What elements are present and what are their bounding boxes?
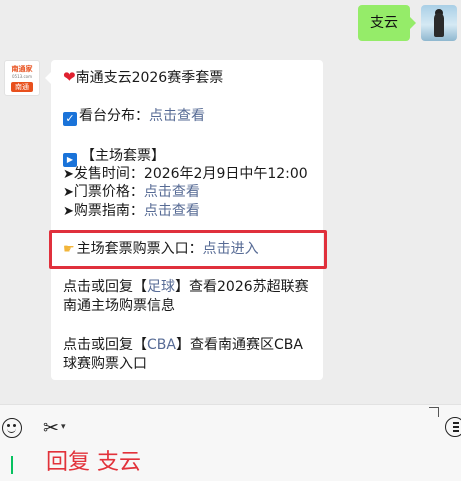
logo-text-top: 南通家 <box>11 65 33 73</box>
stand-line: ✓ 看台分布：点击查看 <box>63 106 205 126</box>
football-line-2-text: 南通主场购票信息 <box>63 298 175 314</box>
message-title-line: ❤南通支云2026赛季套票 <box>63 67 223 87</box>
sale-time-line: ➤发售时间：2026年2月9日中午12:00 <box>63 164 308 184</box>
sale-time-value: 2026年2月9日中午12:00 <box>143 166 308 182</box>
logo-text-bottom: 南通 <box>11 82 33 92</box>
cba-keyword-link[interactable]: CBA <box>147 337 176 353</box>
expand-icon[interactable] <box>429 407 439 417</box>
price-label: 门票价格： <box>73 184 144 200</box>
price-link[interactable]: 点击查看 <box>144 184 200 200</box>
chat-area: 支云 南通家 0513.com 南通 ❤南通支云2026赛季套票 ✓ 看台分布：点… <box>0 0 461 402</box>
emoji-icon[interactable] <box>2 418 22 438</box>
section-title: 【主场套票】 <box>81 148 165 164</box>
cba-line-1: 点击或回复【CBA】查看南通赛区CBA <box>63 335 303 355</box>
user-message-bubble[interactable]: 支云 <box>358 5 416 41</box>
football-suffix: 】查看2026苏超联赛 <box>175 279 309 295</box>
avatar-person-body <box>434 13 444 37</box>
football-line-1: 点击或回复【足球】查看2026苏超联赛 <box>63 277 309 297</box>
sale-time-label: 发售时间： <box>73 166 144 182</box>
scissors-icon[interactable]: ✂ <box>39 417 63 439</box>
text-cursor <box>11 456 13 474</box>
football-line-2: 南通主场购票信息 <box>63 296 175 316</box>
stand-link[interactable]: 点击查看 <box>149 108 205 124</box>
cba-suffix: 】查看南通赛区CBA <box>175 337 303 353</box>
heart-icon: ❤ <box>63 68 76 86</box>
reply-hint-text: 回复 支云 <box>46 450 141 475</box>
guide-link[interactable]: 点击查看 <box>144 203 200 219</box>
logo-text-mid: 0513.com <box>12 74 32 79</box>
highlight-annotation <box>49 230 327 269</box>
cba-line-2-text: 球赛购票入口 <box>63 356 147 372</box>
checkbox-icon: ✓ <box>63 112 77 126</box>
arrow-icon: ➤ <box>63 167 74 182</box>
user-avatar[interactable] <box>421 5 457 41</box>
stand-label: 看台分布： <box>79 108 149 124</box>
bot-avatar[interactable]: 南通家 0513.com 南通 <box>4 60 40 96</box>
chevron-down-icon[interactable]: ▾ <box>61 420 71 434</box>
bot-message-bubble: ❤南通支云2026赛季套票 ✓ 看台分布：点击查看 ▶ 【主场套票】 ➤发售时间：2… <box>45 60 323 380</box>
guide-line: ➤购票指南：点击查看 <box>63 201 200 221</box>
message-title: 南通支云2026赛季套票 <box>75 70 224 86</box>
section-title-line: ▶ 【主场套票】 <box>63 146 165 167</box>
football-prefix: 点击或回复【 <box>63 279 147 295</box>
guide-label: 购票指南： <box>73 203 144 219</box>
user-message-text: 支云 <box>370 15 398 31</box>
cba-prefix: 点击或回复【 <box>63 337 147 353</box>
price-line: ➤门票价格：点击查看 <box>63 182 200 202</box>
cba-line-2: 球赛购票入口 <box>63 354 147 374</box>
arrow-icon: ➤ <box>63 185 74 200</box>
arrow-icon: ➤ <box>63 204 74 219</box>
football-keyword-link[interactable]: 足球 <box>147 279 175 295</box>
chat-history-icon[interactable] <box>445 417 461 437</box>
